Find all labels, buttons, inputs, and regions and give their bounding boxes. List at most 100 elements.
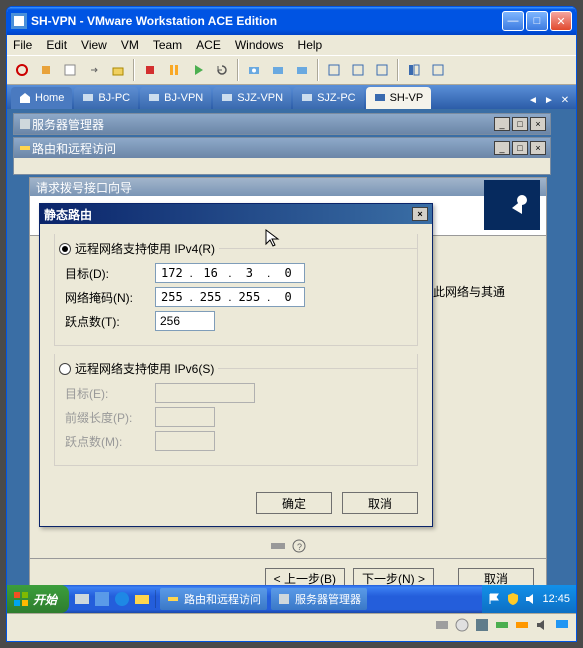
dest-oct4[interactable] xyxy=(274,266,302,280)
menu-view[interactable]: View xyxy=(81,38,107,52)
mdi-close-button[interactable]: × xyxy=(530,117,546,131)
pause-icon[interactable] xyxy=(163,59,185,81)
static-route-dialog: 静态路由 × 远程网络支持使用 IPv4(R) 目标(D): xyxy=(39,203,433,527)
wizard-titlebar: 请求拨号接口向导 ? × xyxy=(30,178,546,196)
mdi-minimize-button[interactable]: _ xyxy=(494,141,510,155)
nic-icon[interactable] xyxy=(494,617,510,633)
tab-bj-pc[interactable]: BJ-PC xyxy=(74,87,138,109)
mdi-maximize-button[interactable]: □ xyxy=(512,117,528,131)
revert-icon[interactable] xyxy=(267,59,289,81)
unity-icon[interactable] xyxy=(347,59,369,81)
tab-scroll-left-icon[interactable]: ◄ xyxy=(526,95,540,109)
close-button[interactable]: ✕ xyxy=(550,11,572,31)
mask-oct1[interactable] xyxy=(158,290,186,304)
suspend-icon[interactable] xyxy=(35,59,57,81)
system-tray: 12:45 xyxy=(482,585,576,613)
arrow-icon[interactable] xyxy=(83,59,105,81)
dest6-input xyxy=(155,383,255,403)
server-icon xyxy=(277,592,291,606)
tab-home[interactable]: Home xyxy=(11,87,72,109)
power-off-icon[interactable] xyxy=(11,59,33,81)
tab-sjz-pc[interactable]: SJZ-PC xyxy=(293,87,364,109)
taskbar-server-mgr[interactable]: 服务器管理器 xyxy=(271,588,367,610)
ipv4-radio[interactable] xyxy=(59,243,71,255)
partial-text: 定此网络与其通 xyxy=(421,283,551,300)
fullscreen-icon[interactable] xyxy=(323,59,345,81)
mask-ip-input[interactable]: . . . xyxy=(155,287,305,307)
menubar: File Edit View VM Team ACE Windows Help xyxy=(7,35,576,55)
start-button[interactable]: 开始 xyxy=(7,585,69,613)
sidebar-icon[interactable] xyxy=(403,59,425,81)
floppy-icon[interactable] xyxy=(474,617,490,633)
dest-oct3[interactable] xyxy=(235,266,263,280)
quick-switch-icon[interactable] xyxy=(371,59,393,81)
tab-sh-vp[interactable]: SH-VP xyxy=(366,87,432,109)
dialog-footer: 确定 取消 xyxy=(40,484,432,526)
reset-icon[interactable] xyxy=(211,59,233,81)
play-icon[interactable] xyxy=(187,59,209,81)
mdi-close-button[interactable]: × xyxy=(530,141,546,155)
menu-windows[interactable]: Windows xyxy=(235,38,284,52)
open-icon[interactable] xyxy=(107,59,129,81)
clock[interactable]: 12:45 xyxy=(542,593,570,605)
taskbar-rras[interactable]: 路由和远程访问 xyxy=(160,588,267,610)
desktop-icon[interactable] xyxy=(93,590,111,608)
tab-scroll-right-icon[interactable]: ► xyxy=(542,95,556,109)
menu-vm[interactable]: VM xyxy=(121,38,139,52)
menu-ace[interactable]: ACE xyxy=(196,38,221,52)
rras-window: 路由和远程访问 _ □ × xyxy=(13,137,551,175)
tab-bj-vpn[interactable]: BJ-VPN xyxy=(140,87,211,109)
prefix-label: 前缀长度(P): xyxy=(65,409,155,426)
vmware-window: SH-VPN - VMware Workstation ACE Edition … xyxy=(6,6,577,642)
ipv6-group: 远程网络支持使用 IPv6(S) 目标(E): 前缀长度(P): 跃点数(M): xyxy=(54,354,418,466)
tabbar: Home BJ-PC BJ-VPN SJZ-VPN SJZ-PC SH-VP ◄… xyxy=(7,85,576,109)
menu-edit[interactable]: Edit xyxy=(46,38,67,52)
monitor-icon[interactable] xyxy=(554,617,570,633)
hd-icon[interactable] xyxy=(434,617,450,633)
sound-icon[interactable] xyxy=(534,617,550,633)
volume-icon[interactable] xyxy=(524,592,538,606)
dest-oct1[interactable] xyxy=(158,266,186,280)
dest-oct2[interactable] xyxy=(197,266,225,280)
maximize-button[interactable]: □ xyxy=(526,11,548,31)
minimize-button[interactable]: — xyxy=(502,11,524,31)
menu-team[interactable]: Team xyxy=(153,38,182,52)
dialog-titlebar: 静态路由 × xyxy=(40,204,432,224)
device-icon xyxy=(270,540,286,552)
dialog-cancel-button[interactable]: 取消 xyxy=(342,492,418,514)
mdi-minimize-button[interactable]: _ xyxy=(494,117,510,131)
menu-help[interactable]: Help xyxy=(298,38,323,52)
manage-icon[interactable] xyxy=(291,59,313,81)
hops-label: 跃点数(T): xyxy=(65,313,155,330)
menu-file[interactable]: File xyxy=(13,38,32,52)
mask-oct2[interactable] xyxy=(197,290,225,304)
mask-oct3[interactable] xyxy=(235,290,263,304)
ipv4-label: 远程网络支持使用 IPv4(R) xyxy=(75,240,215,257)
dialog-close-button[interactable]: × xyxy=(412,207,428,221)
vmware-statusbar xyxy=(7,613,576,635)
cd-icon[interactable] xyxy=(454,617,470,633)
mask-oct4[interactable] xyxy=(274,290,302,304)
mdi-maximize-button[interactable]: □ xyxy=(512,141,528,155)
home-icon xyxy=(19,92,31,104)
shield-icon[interactable] xyxy=(506,592,520,606)
stop-icon[interactable] xyxy=(139,59,161,81)
ok-button[interactable]: 确定 xyxy=(256,492,332,514)
rras-title: 路由和远程访问 xyxy=(32,140,492,157)
ipv6-label: 远程网络支持使用 IPv6(S) xyxy=(75,360,214,377)
snapshot-icon[interactable] xyxy=(243,59,265,81)
server-icon[interactable] xyxy=(73,590,91,608)
server-icon xyxy=(18,117,32,131)
new-icon[interactable] xyxy=(59,59,81,81)
hops-input[interactable] xyxy=(155,311,215,331)
summary-icon[interactable] xyxy=(427,59,449,81)
tab-close-icon[interactable]: ✕ xyxy=(558,95,572,109)
nic2-icon[interactable] xyxy=(514,617,530,633)
explorer-icon[interactable] xyxy=(133,590,151,608)
flag-icon[interactable] xyxy=(488,592,502,606)
dest-ip-input[interactable]: . . . xyxy=(155,263,305,283)
ie-icon[interactable] xyxy=(113,590,131,608)
ipv6-radio[interactable] xyxy=(59,363,71,375)
vm-icon xyxy=(148,92,160,104)
tab-sjz-vpn[interactable]: SJZ-VPN xyxy=(213,87,291,109)
